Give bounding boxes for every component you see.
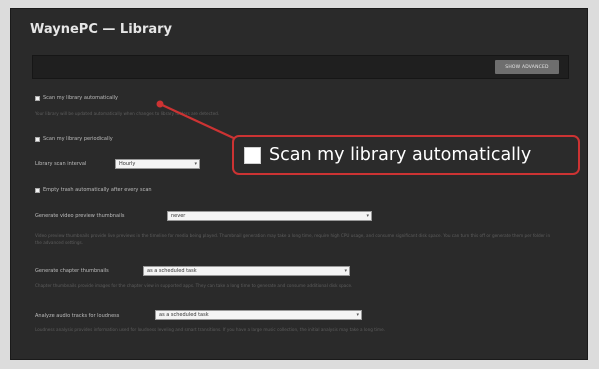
zoom-callout: Scan my library automatically bbox=[232, 135, 580, 175]
callout-connector bbox=[156, 100, 241, 142]
callout-checkbox bbox=[244, 146, 261, 164]
callout-label: Scan my library automatically bbox=[269, 145, 532, 165]
